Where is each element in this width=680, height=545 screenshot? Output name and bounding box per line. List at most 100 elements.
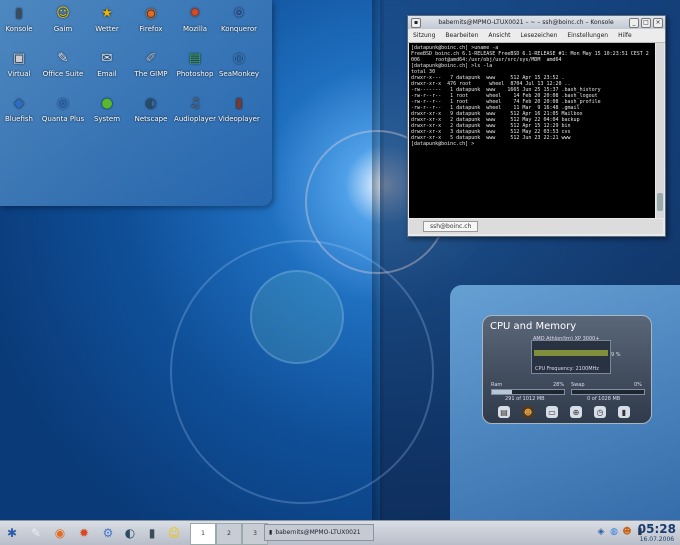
menu-bearbeiten[interactable]: Bearbeiten [440,32,483,39]
menu-lesezeichen[interactable]: Lesezeichen [516,32,563,39]
desktop-icon-gaim[interactable]: ☺ Gaim [41,3,85,34]
scrollbar-thumb[interactable] [657,193,663,211]
cpu-frequency: CPU Frequency: 2100MHz [535,366,599,372]
desktop-icon-videoplayer[interactable]: ▮ Videoplayer [217,93,261,124]
tab-ssh-boinc[interactable]: ssh@boinc.ch [423,221,479,232]
desktop-icon-photoshop[interactable]: ▤ Photoshop [173,48,217,79]
ram-label: Ram [491,382,503,388]
network-icon[interactable]: ⊕ [570,406,582,418]
ram-bar-fill [492,390,513,394]
desktop-icon-label: Gaim [53,25,73,33]
swap-label: Swap [571,382,585,388]
weather-icon: ★ [101,5,113,21]
konsole-menubar: Sitzung Bearbeiten Ansicht Lesezeichen E… [408,29,665,43]
desktop-icon-audioplayer[interactable]: ♫ Audioplayer [173,93,217,124]
desktop-icon-system[interactable]: ● System [85,93,129,124]
konsole-title: babernits@MPMO-LTUX0021 – ~ – ssh@boinc.… [438,19,614,26]
clock-icon[interactable]: ◷ [594,406,606,418]
taskbar: ✱ ✎ ◉ ✹ ⚙ ◐ ▮ ☺ 1 2 3 ▮ babernits@MPMO-L… [0,520,680,545]
desktop-icon-bluefish[interactable]: ◆ Bluefish [0,93,41,124]
office-icon: ✎ [57,50,69,66]
konsole-window[interactable]: ▪ babernits@MPMO-LTUX0021 – ~ – ssh@boin… [407,15,666,237]
wallpaper-ring-small [250,270,344,364]
desktop-icon-label: Photoshop [176,70,214,78]
menu-ansicht[interactable]: Ansicht [483,32,515,39]
taskbar-konsole-task[interactable]: ▮ babernits@MPMO-LTUX0021 [264,524,374,541]
konqueror-launcher-icon[interactable]: ⚙ [99,524,117,542]
window-menu-icon[interactable]: ▪ [411,17,421,28]
desktop-icon-label: Virtual [7,70,31,78]
video-icon: ▮ [235,95,243,111]
desktop-icon-label: Konqueror [220,25,258,33]
desktop-icon-seamonkey[interactable]: ◍ SeaMonkey [217,48,261,79]
clock[interactable]: 05:28 16.07.2006 [638,522,676,543]
terminal-scrollbar[interactable] [656,43,664,218]
email-icon: ✉ [101,50,113,66]
tray-smile-icon[interactable]: ☻ [622,525,632,539]
tray-globe-icon[interactable]: ◍ [609,525,619,539]
gaim-launcher-icon[interactable]: ☺ [165,524,183,542]
office-launcher-icon[interactable]: ✎ [27,524,45,542]
battery-icon[interactable]: ▮ [618,406,630,418]
menu-sitzung[interactable]: Sitzung [408,32,440,39]
desktop-icon-label: Mozilla [182,25,208,33]
firefox-icon: ◉ [145,5,157,21]
konsole-task-icon: ▮ [269,529,273,536]
desktop-icon-email[interactable]: ✉ Email [85,48,129,79]
desktop-icon-netscape[interactable]: ◐ Netscape [129,93,173,124]
desktop-icon-label: Netscape [134,115,168,123]
desktop-pager: 1 2 3 [190,523,268,545]
desktop-icon-mozilla[interactable]: ✹ Mozilla [173,3,217,34]
gaim-icon: ☺ [56,5,70,21]
netscape-launcher-icon[interactable]: ◐ [121,524,139,542]
desktop-icon-konsole[interactable]: ▮ Konsole [0,3,41,34]
desktop-icon-label: Firefox [139,25,163,33]
desktop-icon-the-gimp[interactable]: ✐ The GIMP [129,48,173,79]
swap-bar [571,389,645,395]
mozilla-icon: ✹ [189,5,201,21]
seamonkey-icon: ◍ [233,50,245,66]
cpu-percent: 9 % [611,352,621,358]
close-icon[interactable]: × [653,17,663,28]
desktop-icon-wetter[interactable]: ★ Wetter [85,3,129,34]
gimp-icon: ✐ [145,50,157,66]
swap-percent: 0% [634,382,642,388]
desktop-icon-label: System [93,115,121,123]
virtual-icon: ▣ [12,50,26,66]
photo-icon: ▤ [188,50,202,66]
drive-icon[interactable]: ▤ [498,406,510,418]
desktop-icon-konqueror[interactable]: ⚙ Konqueror [217,3,261,34]
mozilla-launcher-icon[interactable]: ✹ [75,524,93,542]
desktop-icon-label: Audioplayer [174,115,216,123]
desktop-icon-label: SeaMonkey [218,70,260,78]
desktop-icon-office-suite[interactable]: ✎ Office Suite [41,48,85,79]
desktop-icon-label: Quanta Plus [41,115,85,123]
konsole-launcher-icon[interactable]: ▮ [143,524,161,542]
desktop-icon-virtual[interactable]: ▣ Virtual [0,48,41,79]
desktop-icon-label: Bluefish [5,115,33,123]
minimize-icon[interactable]: _ [629,17,639,28]
widget-icon-row: ▤ ☻ ▭ ⊕ ◷ ▮ [498,406,630,418]
menu-einstellungen[interactable]: Einstellungen [562,32,613,39]
menu-hilfe[interactable]: Hilfe [613,32,637,39]
pager-desktop-2[interactable]: 2 [216,523,242,545]
smile-icon[interactable]: ☻ [522,406,534,418]
task-label: babernits@MPMO-LTUX0021 [275,529,361,536]
desktop-icon-label: The GIMP [134,70,168,78]
desktop-icon-firefox[interactable]: ◉ Firefox [129,3,173,34]
konsole-titlebar[interactable]: ▪ babernits@MPMO-LTUX0021 – ~ – ssh@boin… [408,16,665,29]
maximize-icon[interactable]: □ [641,17,651,28]
pager-desktop-1[interactable]: 1 [190,523,216,545]
ram-percent: 28% [553,382,565,388]
swap-detail: 0 of 1028 MB [587,396,621,402]
firefox-launcher-icon[interactable]: ◉ [51,524,69,542]
quanta-icon: ◎ [57,95,69,111]
tray-network-icon[interactable]: ◈ [596,525,606,539]
cpu-memory-widget: CPU and Memory AMD Athlon(tm) XP 3000+ 9… [482,315,652,424]
terminal-output[interactable]: [datapunk@boinc.ch] >uname -a FreeBSD boi… [409,43,655,218]
desktop-icon-quanta-plus[interactable]: ◎ Quanta Plus [41,93,85,124]
hdd-icon[interactable]: ▭ [546,406,558,418]
audio-icon: ♫ [189,95,201,111]
desktop-icon-label: Office Suite [42,70,84,78]
kde-menu-icon[interactable]: ✱ [3,524,21,542]
